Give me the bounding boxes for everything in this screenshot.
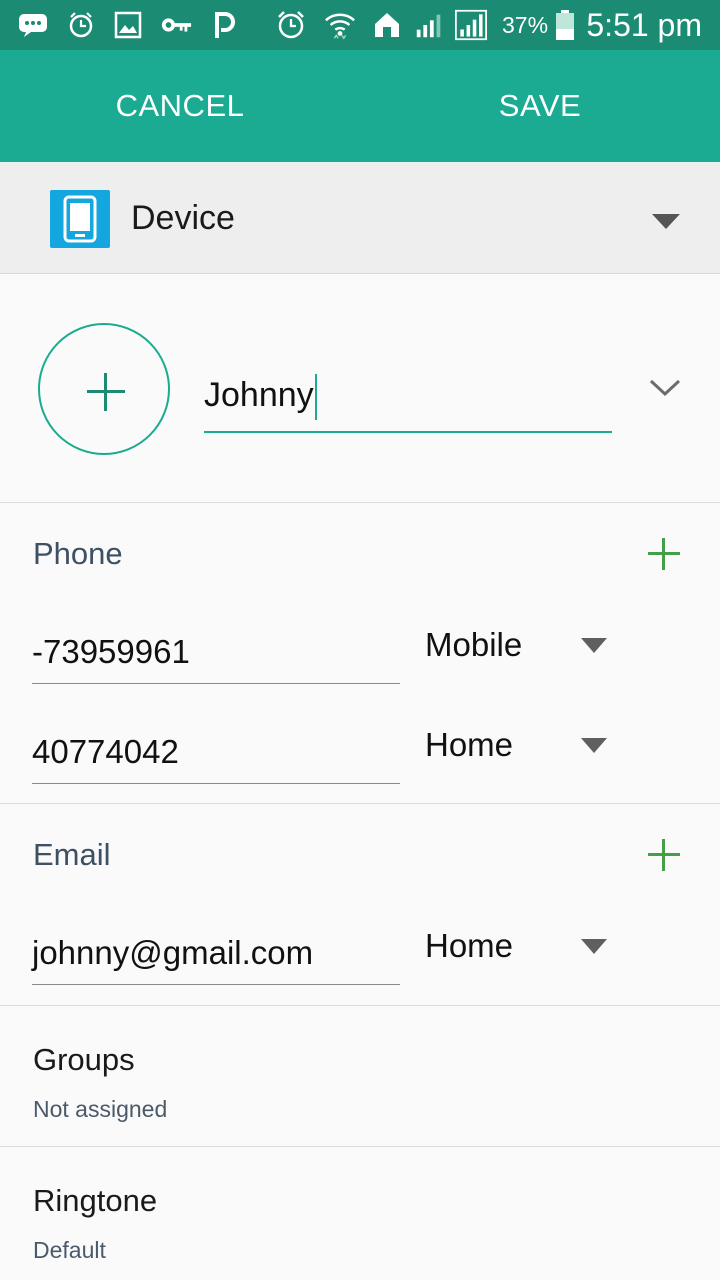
phone-value-2: 40774042 bbox=[32, 733, 179, 770]
add-email-button[interactable] bbox=[648, 839, 680, 871]
groups-value: Not assigned bbox=[33, 1096, 168, 1122]
device-icon bbox=[50, 190, 110, 248]
name-value: Johnny bbox=[204, 376, 314, 414]
signal-icon bbox=[455, 9, 487, 41]
battery-icon bbox=[549, 9, 581, 41]
name-section: Johnny bbox=[0, 275, 720, 503]
name-input[interactable]: Johnny bbox=[204, 367, 612, 433]
signal-icon bbox=[413, 9, 445, 41]
action-bar: CANCEL SAVE bbox=[0, 50, 720, 162]
email-type-1[interactable]: Home bbox=[425, 925, 513, 967]
phone-section: Phone -73959961 Mobile 40774042 Home bbox=[0, 504, 720, 804]
email-field-1[interactable]: johnny@gmail.com bbox=[32, 923, 400, 985]
ringtone-value: Default bbox=[33, 1237, 106, 1263]
groups-row[interactable]: Groups Not assigned bbox=[0, 1007, 720, 1147]
home-icon bbox=[371, 9, 403, 41]
email-section: Email johnny@gmail.com Home bbox=[0, 805, 720, 1006]
phone-field-1[interactable]: -73959961 bbox=[32, 622, 400, 684]
status-bar: 37% 5:51 pm bbox=[0, 0, 720, 50]
dropdown-arrow-icon[interactable] bbox=[581, 738, 607, 753]
status-time: 5:51 pm bbox=[586, 7, 702, 43]
add-photo-button[interactable] bbox=[38, 323, 170, 455]
phone-value-1: -73959961 bbox=[32, 633, 190, 670]
dropdown-arrow-icon[interactable] bbox=[581, 638, 607, 653]
text-cursor bbox=[314, 374, 317, 421]
account-selector[interactable]: Device bbox=[0, 162, 720, 274]
key-icon bbox=[160, 9, 192, 41]
email-value-1: johnny@gmail.com bbox=[32, 934, 314, 971]
ringtone-title: Ringtone bbox=[33, 1183, 158, 1218]
dropdown-arrow-icon[interactable] bbox=[581, 939, 607, 954]
phone-title: Phone bbox=[33, 536, 123, 571]
wifi-icon bbox=[324, 9, 356, 41]
save-button[interactable]: SAVE bbox=[360, 50, 720, 162]
groups-title: Groups bbox=[33, 1042, 135, 1077]
phone-type-1[interactable]: Mobile bbox=[425, 624, 522, 666]
account-label: Device bbox=[131, 199, 235, 237]
cancel-button[interactable]: CANCEL bbox=[0, 50, 360, 162]
add-phone-button[interactable] bbox=[648, 538, 680, 570]
alarm-icon bbox=[65, 9, 97, 41]
dropdown-arrow-icon[interactable] bbox=[652, 214, 680, 229]
image-icon bbox=[112, 9, 144, 41]
p-icon bbox=[209, 9, 241, 41]
phone-type-2[interactable]: Home bbox=[425, 724, 513, 766]
message-icon bbox=[17, 9, 49, 41]
email-title: Email bbox=[33, 837, 111, 872]
chevron-down-icon[interactable] bbox=[648, 377, 682, 399]
battery-percent: 37% bbox=[502, 12, 549, 38]
ringtone-row[interactable]: Ringtone Default bbox=[0, 1148, 720, 1280]
alarm-clock-icon bbox=[275, 9, 307, 41]
phone-field-2[interactable]: 40774042 bbox=[32, 722, 400, 784]
